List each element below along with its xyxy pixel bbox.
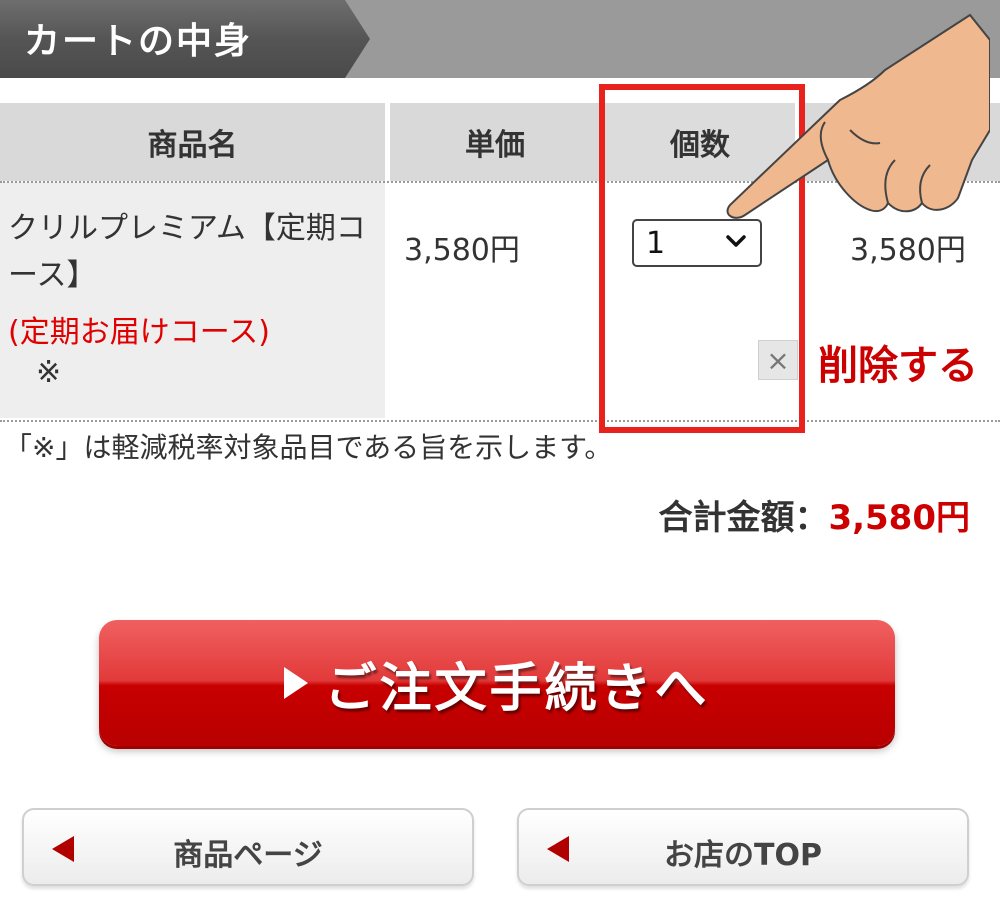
total-label: 合計金額： [658,498,829,538]
unit-price: 3,580円 [404,233,520,268]
play-arrow-icon [284,667,309,699]
product-name: クリルプレミアム【定期コース】 [8,211,366,293]
tax-mark: ※ [36,355,62,390]
row-subtotal: 3,580円 [850,233,966,268]
row-divider-bottom [0,420,1000,422]
pointing-hand-icon [726,13,990,219]
tax-note: 「※」は軽減税率対象品目である旨を示します。 [4,431,613,464]
product-page-label: 商品ページ [173,838,323,873]
page-title: カートの中身 [24,21,253,62]
delete-link[interactable]: 削除する [818,333,978,391]
total-amount: 合計金額：3,580円 [658,490,970,539]
column-header-product: 商品名 [0,103,385,181]
product-course-note: (定期お届けコース) [8,315,270,350]
shop-top-button[interactable]: お店のTOP [517,808,969,886]
shop-top-label: お店のTOP [664,838,822,873]
total-value: 3,580円 [828,498,970,538]
checkout-button-content: ご注文手続きへ [284,646,709,721]
column-header-unit-price: 単価 [390,103,600,181]
proceed-to-checkout-button[interactable]: ご注文手続きへ [99,620,895,746]
checkout-button-label: ご注文手続きへ [324,658,710,719]
product-page-button[interactable]: 商品ページ [22,808,474,886]
